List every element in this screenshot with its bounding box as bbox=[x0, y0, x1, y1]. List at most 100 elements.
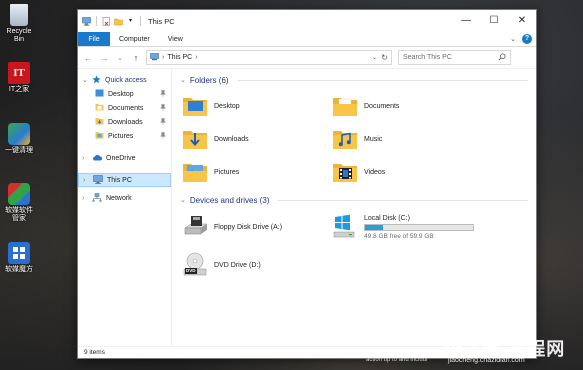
software-manager-desktop-icon[interactable]: 软媒软件管家 bbox=[2, 183, 36, 223]
drive-floppy[interactable]: Floppy Disk Drive (A:) bbox=[182, 211, 332, 243]
folder-music[interactable]: Music bbox=[332, 124, 482, 154]
nav-label: This PC bbox=[107, 176, 132, 184]
folder-videos[interactable]: Videos bbox=[332, 157, 482, 187]
magic-cube-desktop-icon[interactable]: 软媒魔方 bbox=[2, 242, 36, 274]
title-bar[interactable]: ▾ This PC — ☐ ✕ bbox=[78, 10, 536, 32]
nav-quick-downloads[interactable]: Downloads bbox=[78, 115, 171, 129]
nav-onedrive[interactable]: › OneDrive bbox=[78, 151, 171, 165]
capacity-bar-fill bbox=[365, 224, 384, 230]
address-bar[interactable]: › This PC › ⌄ ↻ bbox=[146, 50, 392, 65]
videos-folder-icon bbox=[332, 159, 358, 185]
folder-documents[interactable]: Documents bbox=[332, 91, 482, 121]
chevron-down-icon[interactable]: ⌄ bbox=[180, 196, 186, 204]
properties-icon[interactable] bbox=[102, 16, 111, 26]
nav-network[interactable]: › Network bbox=[78, 191, 171, 205]
address-dropdown-icon[interactable]: ⌄ bbox=[372, 54, 377, 61]
tab-view[interactable]: View bbox=[159, 32, 192, 46]
drive-local-c[interactable]: Local Disk (C:) 49.8 GB free of 59.9 GB bbox=[332, 211, 482, 243]
group-divider bbox=[237, 79, 528, 81]
recycle-bin-icon bbox=[10, 4, 28, 26]
nav-label: Desktop bbox=[108, 90, 134, 98]
pin-icon bbox=[159, 131, 167, 141]
drive-label: DVD Drive (D:) bbox=[214, 261, 261, 269]
pictures-folder-icon bbox=[182, 159, 208, 185]
navigation-pane[interactable]: ⌄ Quick access Desktop Documents Downloa… bbox=[78, 69, 172, 346]
nav-label: Network bbox=[106, 194, 132, 202]
folder-label: Pictures bbox=[214, 168, 240, 176]
downloads-folder-icon bbox=[182, 126, 208, 152]
window-title: This PC bbox=[148, 16, 175, 26]
toolbar-divider bbox=[96, 16, 97, 26]
cleaner-icon bbox=[8, 123, 30, 145]
drive-free-space: 49.8 GB free of 59.9 GB bbox=[364, 232, 434, 240]
folder-desktop[interactable]: Desktop bbox=[182, 91, 332, 121]
downloads-folder-icon bbox=[95, 117, 104, 127]
star-icon bbox=[92, 75, 101, 86]
back-button[interactable]: ← bbox=[82, 53, 94, 63]
cloud-icon bbox=[92, 154, 102, 163]
computer-icon bbox=[93, 174, 103, 186]
ribbon-right-controls: ⌄ ? bbox=[510, 34, 532, 44]
drive-label: Local Disk (C:) bbox=[364, 214, 410, 222]
documents-folder-icon bbox=[95, 103, 104, 113]
desktop-folder-icon bbox=[95, 89, 104, 99]
breadcrumb-separator[interactable]: › bbox=[162, 54, 164, 61]
recent-locations-button[interactable]: ⌄ bbox=[114, 54, 126, 62]
tab-computer[interactable]: Computer bbox=[110, 32, 159, 46]
magic-cube-icon bbox=[8, 242, 30, 264]
devices-group-header[interactable]: ⌄ Devices and drives (3) bbox=[180, 193, 528, 207]
desktop-icon-label: 软媒魔方 bbox=[5, 266, 33, 273]
drive-info: Local Disk (C:) 49.8 GB free of 59.9 GB bbox=[364, 215, 474, 240]
tab-file[interactable]: File bbox=[78, 32, 110, 46]
refresh-icon[interactable]: ↻ bbox=[381, 53, 388, 62]
nav-quick-pictures[interactable]: Pictures bbox=[78, 129, 171, 143]
customize-toolbar-icon[interactable]: ▾ bbox=[126, 17, 135, 26]
up-button[interactable]: ↑ bbox=[130, 53, 142, 63]
dvd-badge: DVD bbox=[185, 268, 197, 274]
ithome-desktop-icon[interactable]: IT IT之家 bbox=[2, 62, 36, 94]
dvd-drive-icon: DVD bbox=[182, 252, 208, 278]
nav-this-pc[interactable]: › This PC bbox=[78, 173, 171, 187]
desktop-icon-label: Recycle Bin bbox=[6, 28, 32, 43]
recycle-bin-desktop-icon[interactable]: Recycle Bin bbox=[2, 4, 36, 44]
floppy-drive-icon bbox=[182, 214, 208, 240]
folders-group-title: Folders (6) bbox=[189, 75, 229, 85]
minimize-button[interactable]: — bbox=[452, 10, 480, 30]
folder-pictures[interactable]: Pictures bbox=[182, 157, 332, 187]
drives-grid: Floppy Disk Drive (A:) Local Disk (C:) 4… bbox=[182, 211, 528, 281]
chevron-right-icon[interactable]: › bbox=[83, 177, 89, 184]
breadcrumb-this-pc[interactable]: This PC bbox=[167, 54, 192, 61]
desktop-folder-icon bbox=[182, 93, 208, 119]
search-box[interactable]: Search This PC bbox=[398, 50, 511, 65]
maximize-button[interactable]: ☐ bbox=[480, 10, 508, 30]
chevron-down-icon[interactable]: ⌄ bbox=[82, 76, 88, 84]
expand-ribbon-icon[interactable]: ⌄ bbox=[510, 35, 516, 43]
site-watermark-url: jiaocheng.chazidian.com bbox=[448, 357, 525, 364]
nav-label: OneDrive bbox=[106, 154, 136, 162]
chevron-right-icon[interactable]: › bbox=[82, 155, 88, 162]
breadcrumb-separator[interactable]: › bbox=[195, 54, 197, 61]
search-icon[interactable] bbox=[498, 53, 506, 63]
search-input[interactable]: Search This PC bbox=[403, 54, 452, 61]
close-button[interactable]: ✕ bbox=[508, 10, 536, 30]
nav-quick-desktop[interactable]: Desktop bbox=[78, 87, 171, 101]
forward-button[interactable]: → bbox=[98, 53, 110, 63]
folder-label: Downloads bbox=[214, 135, 249, 143]
chevron-right-icon[interactable]: › bbox=[82, 195, 88, 202]
nav-quick-access[interactable]: ⌄ Quick access bbox=[78, 73, 171, 87]
folder-downloads[interactable]: Downloads bbox=[182, 124, 332, 154]
nav-label: Quick access bbox=[105, 76, 147, 84]
window-controls: — ☐ ✕ bbox=[452, 10, 536, 30]
drive-dvd-d[interactable]: DVD DVD Drive (D:) bbox=[182, 249, 332, 281]
one-click-clean-desktop-icon[interactable]: 一键清理 bbox=[2, 123, 36, 155]
this-pc-small-icon bbox=[150, 52, 159, 63]
file-explorer-window: ▾ This PC — ☐ ✕ File Computer View ⌄ ? ←… bbox=[77, 9, 537, 359]
help-icon[interactable]: ? bbox=[522, 34, 532, 44]
folders-group-header[interactable]: ⌄ Folders (6) bbox=[180, 73, 528, 87]
folder-label: Videos bbox=[364, 168, 386, 176]
software-manager-icon bbox=[8, 183, 30, 205]
nav-quick-documents[interactable]: Documents bbox=[78, 101, 171, 115]
new-folder-icon[interactable] bbox=[114, 17, 123, 26]
chevron-down-icon[interactable]: ⌄ bbox=[180, 76, 186, 84]
